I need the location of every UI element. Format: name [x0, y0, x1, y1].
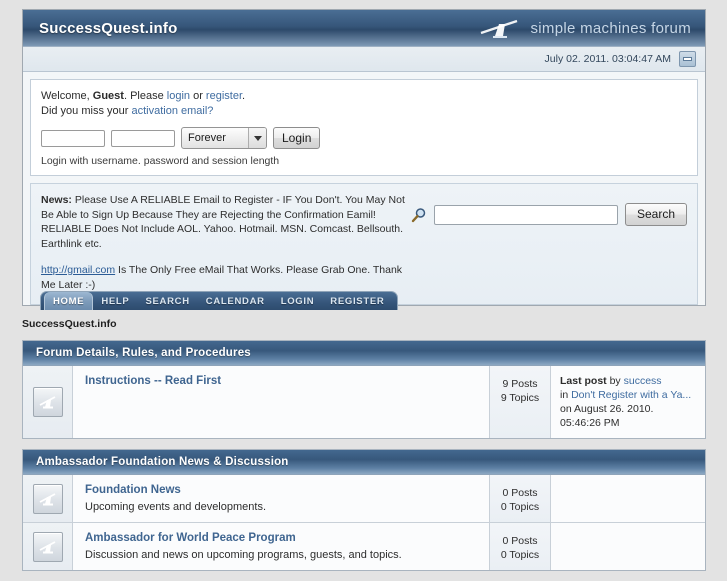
session-length-select[interactable]: Forever: [181, 127, 267, 149]
tab-login[interactable]: LOGIN: [273, 292, 323, 310]
board-info-cell: Instructions -- Read First: [73, 366, 489, 438]
table-row: Foundation News Upcoming events and deve…: [23, 475, 705, 523]
board-link[interactable]: Foundation News: [85, 484, 181, 496]
news-paragraph-1: News: Please Use A RELIABLE Email to Reg…: [41, 193, 411, 251]
last-post-label: Last post: [560, 375, 607, 387]
site-title: SuccessQuest.info: [39, 19, 178, 37]
last-post-line-1: Last post by success: [560, 374, 697, 388]
last-post-topic-link[interactable]: Don't Register with a Ya...: [571, 389, 691, 401]
board-anvil-glyph: [39, 540, 55, 553]
board-off-icon: [32, 531, 63, 562]
login-form: Forever Login: [41, 127, 687, 149]
category-block: Ambassador Foundation News & Discussion …: [22, 449, 706, 571]
topic-count: 9 Topics: [500, 392, 540, 404]
category-header[interactable]: Forum Details, Rules, and Procedures: [23, 341, 705, 366]
topic-count: 0 Topics: [500, 501, 540, 513]
header-frame: SuccessQuest.info simple machines forum …: [22, 9, 706, 306]
user-login-area: Welcome, Guest. Please login or register…: [30, 79, 698, 176]
board-anvil-glyph: [39, 492, 55, 505]
post-count: 0 Posts: [502, 487, 538, 499]
login-hint: Login with username. password and sessio…: [41, 155, 280, 167]
last-post-date: on August 26. 2010. 05:46:26 PM: [560, 403, 654, 429]
board-link[interactable]: Instructions -- Read First: [85, 375, 221, 387]
gmail-link[interactable]: http://gmail.com: [41, 264, 115, 276]
category-header[interactable]: Ambassador Foundation News & Discussion: [23, 450, 705, 475]
smf-logo-text: simple machines forum: [530, 19, 691, 37]
board-off-icon: [32, 483, 63, 514]
activation-prefix: Did you miss your: [41, 105, 132, 117]
board-anvil-glyph: [39, 396, 55, 409]
news-text: News: Please Use A RELIABLE Email to Reg…: [41, 193, 411, 292]
login-button[interactable]: Login: [273, 127, 321, 149]
search-box: Search: [411, 193, 688, 226]
title-bar: SuccessQuest.info simple machines forum: [23, 10, 705, 47]
login-link[interactable]: login: [167, 90, 190, 102]
or-text: or: [190, 90, 206, 102]
session-length-value: Forever: [188, 132, 226, 144]
username-input[interactable]: [41, 129, 105, 147]
welcome-message: Welcome, Guest. Please login or register…: [41, 89, 687, 104]
last-post-cell: [550, 475, 705, 522]
tab-calendar[interactable]: CALENDAR: [198, 292, 273, 310]
news-label: News:: [41, 194, 72, 206]
forum-page: SuccessQuest.info simple machines forum …: [0, 0, 727, 571]
main-navigation: HOME HELP SEARCH CALENDAR LOGIN REGISTER: [40, 288, 399, 310]
last-post-author-link[interactable]: success: [624, 375, 662, 387]
category-block: Forum Details, Rules, and Procedures Ins…: [22, 340, 706, 439]
period: .: [242, 90, 246, 102]
password-input[interactable]: [111, 129, 175, 147]
activation-email-link[interactable]: activation email?: [131, 105, 213, 117]
board-off-icon: [32, 387, 63, 417]
board-description: Upcoming events and developments.: [85, 501, 266, 513]
category-title: Ambassador Foundation News & Discussion: [36, 456, 289, 468]
table-row: Instructions -- Read First 9 Posts 9 Top…: [23, 366, 705, 438]
board-icon-cell: [23, 523, 73, 570]
last-post-cell: [550, 523, 705, 570]
search-input[interactable]: [434, 204, 618, 225]
board-description: Discussion and news on upcoming programs…: [85, 549, 402, 561]
collapse-icon[interactable]: [679, 51, 696, 67]
last-post-line-2: in Don't Register with a Ya...: [560, 388, 697, 402]
tab-help[interactable]: HELP: [93, 292, 137, 310]
post-count: 0 Posts: [502, 535, 538, 547]
board-stats-cell: 0 Posts 0 Topics: [489, 475, 550, 522]
register-link[interactable]: register: [206, 90, 242, 102]
category-title: Forum Details, Rules, and Procedures: [36, 347, 251, 359]
chevron-down-icon: [248, 128, 266, 148]
guest-label: Guest: [92, 90, 124, 102]
board-stats-cell: 0 Posts 0 Topics: [489, 523, 550, 570]
current-date: July 02. 2011. 03:04:47 AM: [544, 53, 671, 65]
board-info-cell: Ambassador for World Peace Program Discu…: [73, 523, 489, 570]
date-strip: July 02. 2011. 03:04:47 AM: [23, 47, 705, 72]
magnifying-glass-icon: [411, 207, 426, 222]
last-post-by: by: [606, 375, 624, 387]
tab-list: HOME HELP SEARCH CALENDAR LOGIN REGISTER: [40, 291, 399, 310]
topic-count: 0 Topics: [500, 549, 540, 561]
last-post-in: in: [560, 389, 572, 401]
post-count: 9 Posts: [502, 378, 538, 390]
smf-anvil-icon: [481, 19, 518, 38]
welcome-mid: . Please: [123, 90, 167, 102]
welcome-prefix: Welcome,: [41, 90, 93, 102]
board-stats-cell: 9 Posts 9 Topics: [489, 366, 550, 438]
board-link[interactable]: Ambassador for World Peace Program: [85, 532, 296, 544]
news-line-1: Please Use A RELIABLE Email to Register …: [41, 194, 405, 250]
board-icon-cell: [23, 366, 73, 438]
tab-register[interactable]: REGISTER: [322, 292, 392, 310]
smf-logo[interactable]: simple machines forum: [477, 16, 691, 40]
board-icon-cell: [23, 475, 73, 522]
activation-message: Did you miss your activation email?: [41, 104, 687, 119]
tab-home[interactable]: HOME: [44, 292, 94, 310]
last-post-cell: Last post by success in Don't Register w…: [550, 366, 705, 438]
search-button[interactable]: Search: [625, 203, 688, 226]
table-row: Ambassador for World Peace Program Discu…: [23, 523, 705, 570]
breadcrumb[interactable]: SuccessQuest.info: [22, 318, 117, 330]
tab-search[interactable]: SEARCH: [137, 292, 197, 310]
news-area: News: Please Use A RELIABLE Email to Reg…: [30, 183, 698, 305]
board-info-cell: Foundation News Upcoming events and deve…: [73, 475, 489, 522]
